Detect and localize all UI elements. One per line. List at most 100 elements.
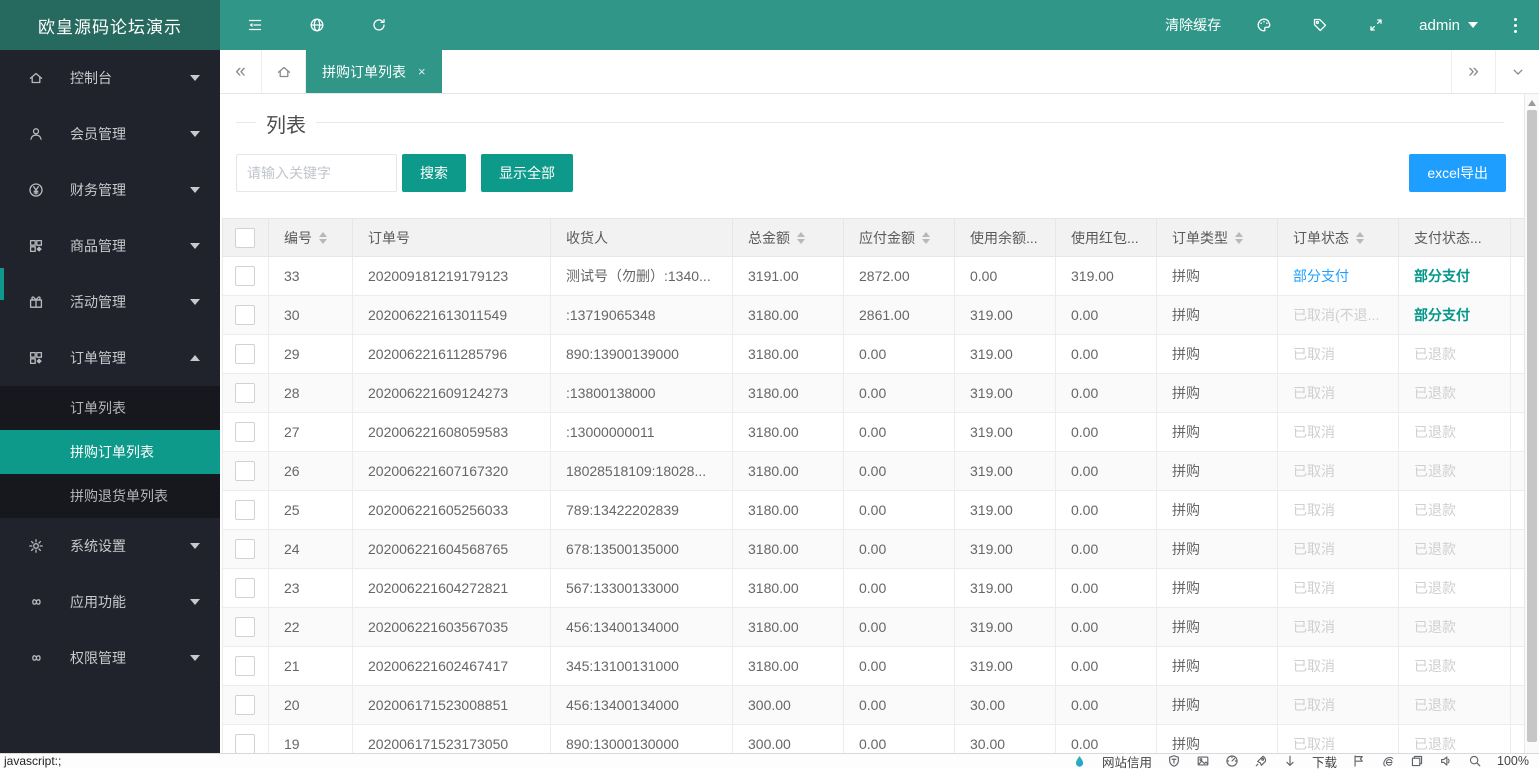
excel-export-button[interactable]: excel导出 — [1409, 154, 1506, 192]
search-button[interactable]: 搜索 — [402, 154, 466, 192]
tab-active[interactable]: 拼购订单列表 × — [306, 50, 442, 93]
row-checkbox[interactable] — [235, 617, 255, 637]
column-header[interactable]: 订单状态 — [1278, 219, 1399, 257]
user-icon — [28, 126, 44, 142]
row-checkbox[interactable] — [235, 266, 255, 286]
sidebar-item-1[interactable]: 会员管理 — [0, 106, 220, 162]
row-checkbox[interactable] — [235, 500, 255, 520]
chevron-down-icon — [190, 75, 200, 81]
scrollbar-thumb[interactable] — [1527, 110, 1537, 742]
vertical-scrollbar[interactable] — [1524, 94, 1539, 753]
row-checkbox[interactable] — [235, 578, 255, 598]
row-checkbox[interactable] — [235, 695, 255, 715]
refresh-icon[interactable] — [366, 12, 392, 38]
cell-id: 23 — [269, 569, 353, 608]
ie-icon[interactable] — [1381, 755, 1395, 768]
sidebar-item-5[interactable]: 订单管理 — [0, 330, 220, 386]
tabs-menu-button[interactable] — [1495, 50, 1539, 93]
cell-redpacket-used: 319.00 — [1056, 257, 1157, 296]
row-checkbox[interactable] — [235, 422, 255, 442]
clear-cache-button[interactable]: 清除缓存 — [1165, 15, 1221, 35]
user-menu[interactable]: admin — [1419, 17, 1478, 34]
sidebar-item-3[interactable]: 商品管理 — [0, 218, 220, 274]
cell-payable: 0.00 — [844, 725, 955, 754]
tabs-scroll-right-button[interactable]: » — [1451, 50, 1495, 93]
cell-consignee: 456:13400134000 — [551, 686, 733, 725]
cell-order-type: 拼购 — [1157, 413, 1278, 452]
close-tab-icon[interactable]: × — [418, 64, 426, 79]
sidebar-subitem-5-0[interactable]: 订单列表 — [0, 386, 220, 430]
rocket-icon[interactable] — [1254, 753, 1268, 769]
droplet-icon[interactable] — [1073, 755, 1087, 768]
row-checkbox[interactable] — [235, 656, 255, 676]
sidebar-item-6[interactable]: 系统设置 — [0, 518, 220, 574]
link-icon — [28, 650, 44, 666]
down-arrow-icon[interactable] — [1283, 753, 1297, 769]
home-icon — [28, 70, 44, 86]
cell-balance-used: 319.00 — [955, 608, 1056, 647]
status-item-text[interactable]: 100% — [1497, 754, 1529, 768]
row-checkbox[interactable] — [235, 461, 255, 481]
row-checkbox[interactable] — [235, 305, 255, 325]
sort-icon[interactable] — [1356, 232, 1364, 244]
row-checkbox[interactable] — [235, 383, 255, 403]
home-tab[interactable] — [262, 50, 306, 93]
cell-order-type: 拼购 — [1157, 257, 1278, 296]
cell-order-no: 202006221613011549 — [353, 296, 551, 335]
select-all-checkbox[interactable] — [235, 228, 255, 248]
column-header[interactable]: 订单类型 — [1157, 219, 1278, 257]
column-header: 订单号 — [353, 219, 551, 257]
sidebar-item-8[interactable]: 权限管理 — [0, 630, 220, 686]
speaker-icon[interactable] — [1439, 753, 1453, 769]
cell-order-status[interactable]: 部分支付 — [1293, 268, 1349, 284]
globe-icon[interactable] — [304, 12, 330, 38]
cell-balance-used: 319.00 — [955, 569, 1056, 608]
tag-icon[interactable] — [1307, 12, 1333, 38]
cell-payable: 0.00 — [844, 491, 955, 530]
more-menu-icon[interactable] — [1508, 16, 1523, 35]
sidebar-subitem-5-1[interactable]: 拼购订单列表 — [0, 430, 220, 474]
sort-icon[interactable] — [797, 232, 805, 244]
window-icon[interactable] — [1410, 753, 1424, 769]
row-checkbox[interactable] — [235, 539, 255, 559]
sort-icon[interactable] — [1235, 232, 1243, 244]
cell-total: 3180.00 — [733, 335, 844, 374]
show-all-button[interactable]: 显示全部 — [481, 154, 573, 192]
table-row: 27202006221608059583:130000000113180.000… — [223, 413, 1525, 452]
speed-icon[interactable] — [1225, 753, 1239, 769]
palette-icon[interactable] — [1251, 12, 1277, 38]
sidebar-item-7[interactable]: 应用功能 — [0, 574, 220, 630]
cell-pay-status: 已退款 — [1414, 346, 1456, 362]
image-icon[interactable] — [1196, 753, 1210, 769]
row-checkbox[interactable] — [235, 734, 255, 753]
collapse-sidebar-icon[interactable] — [242, 12, 268, 38]
sidebar-item-2[interactable]: 财务管理 — [0, 162, 220, 218]
sort-icon[interactable] — [922, 232, 930, 244]
cell-redpacket-used: 0.00 — [1056, 530, 1157, 569]
cell-order-no: 202009181219179123 — [353, 257, 551, 296]
cell-payable: 0.00 — [844, 335, 955, 374]
column-header[interactable]: 总金额 — [733, 219, 844, 257]
gear-icon — [28, 538, 44, 554]
shield-icon[interactable] — [1167, 753, 1181, 769]
search-input[interactable] — [236, 154, 397, 192]
sidebar-item-0[interactable]: 控制台 — [0, 50, 220, 106]
sort-icon[interactable] — [319, 232, 327, 244]
cell-id: 22 — [269, 608, 353, 647]
cell-total: 300.00 — [733, 725, 844, 754]
cell-consignee: :13719065348 — [551, 296, 733, 335]
fullscreen-icon[interactable] — [1363, 12, 1389, 38]
scroll-up-arrow-icon[interactable] — [1528, 100, 1536, 106]
row-checkbox[interactable] — [235, 344, 255, 364]
column-header[interactable]: 编号 — [269, 219, 353, 257]
flag-icon[interactable] — [1352, 753, 1366, 769]
cell-total: 3180.00 — [733, 374, 844, 413]
cell-consignee: 567:13300133000 — [551, 569, 733, 608]
tabs-scroll-left-button[interactable]: « — [220, 50, 262, 93]
chevron-down-icon — [190, 655, 200, 661]
cell-consignee: 456:13400134000 — [551, 608, 733, 647]
search-icon[interactable] — [1468, 753, 1482, 769]
sidebar-item-4[interactable]: 活动管理 — [0, 274, 220, 330]
sidebar-subitem-5-2[interactable]: 拼购退货单列表 — [0, 474, 220, 518]
column-header[interactable]: 应付金额 — [844, 219, 955, 257]
